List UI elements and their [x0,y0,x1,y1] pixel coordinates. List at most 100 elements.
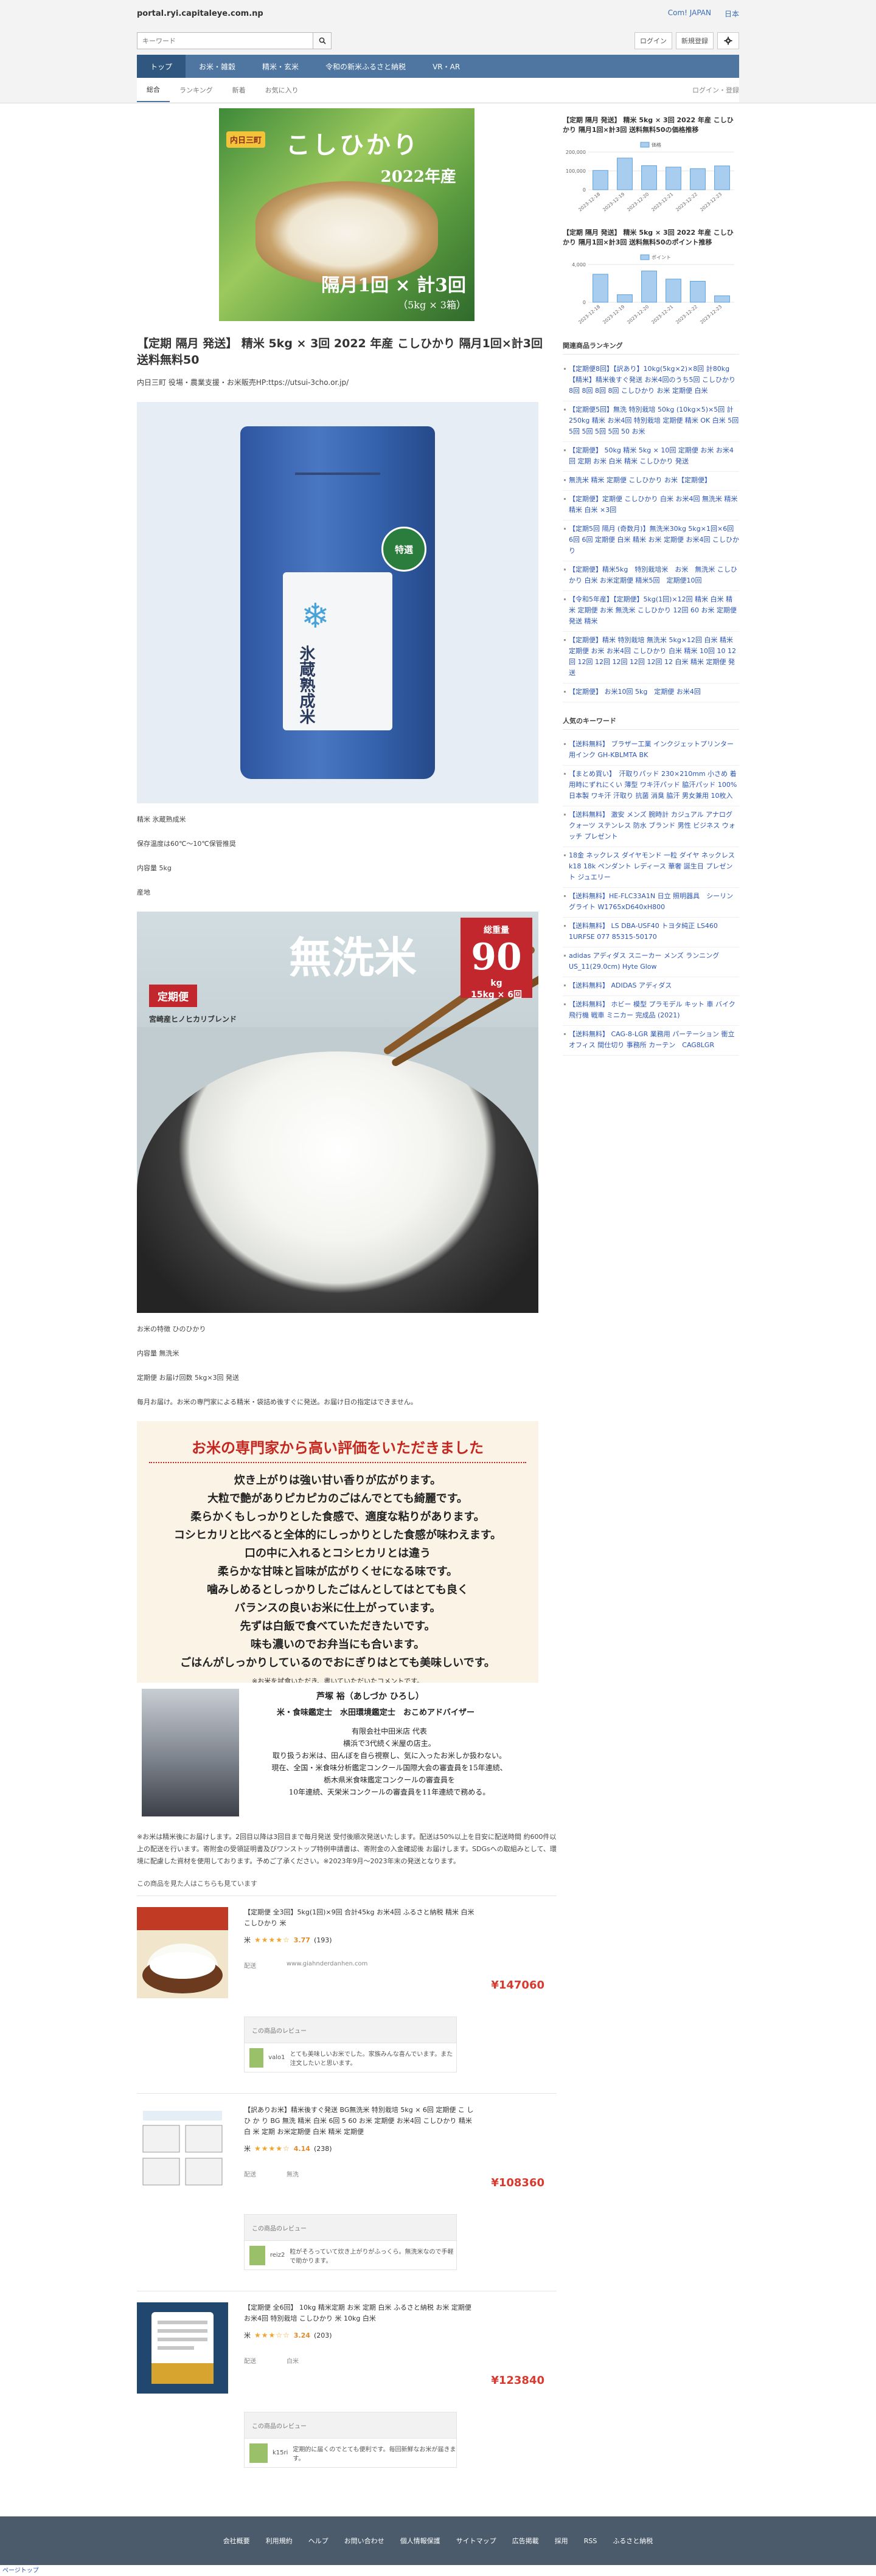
advisor-line: 取り扱うお米は、田んぼを自ら視察し、気に入ったお米しか扱わない。 [272,1751,506,1760]
recommendation-title[interactable]: 【訳ありお米】精米後すぐ発送 BG無洗米 特別栽培 5kg × 6回 定期便 こ… [244,2105,475,2138]
review-text: 定期的に届くのでとても便利です。毎回新鮮なお米が届きます。 [293,2446,456,2462]
popular-item[interactable]: 【まとめ買い】 汗取りパッド 230×210mm 小さめ 着用時にずれにくい 薄… [563,766,743,806]
review-row[interactable]: valo1 とても美味しいお米でした。家族みんな喜んでいます。また注文したいと思… [244,2043,457,2072]
footer-link[interactable]: 広告掲載 [512,2536,539,2546]
recommendation-thumbnail[interactable] [137,2105,228,2196]
popular-item[interactable]: 【送料無料】 激安 メンズ 腕時計 カジュアル アナログ クォーツ ステンレス … [563,806,739,847]
advisor-line: 栃木県米食味鑑定コンクールの審査員を [323,1776,455,1784]
star-rating-icon: ★★★☆☆ [254,2331,290,2339]
popular-item[interactable]: 【送料無料】 ホビー 模型 プラモデル キット 車 バイク 飛行機 戦車 ミニカ… [563,996,739,1026]
recommendation-thumbnail[interactable] [137,1907,228,1998]
recommendation-rating: 米 ★★★★☆ 4.14 (238) [244,2144,557,2153]
nav-item-furusato[interactable]: 令和の新米ふるさと納税 [312,55,419,78]
login-register-link[interactable]: ログイン・登録 [692,85,739,95]
tab-favorites[interactable]: お気に入り [255,78,308,102]
related-item[interactable]: 【定期便】 お米10回 5kg 定期便 お米4回 [563,684,739,702]
chart-bar[interactable] [666,167,681,190]
login-button[interactable]: ログイン [634,32,672,49]
legend-label: 価格 [652,142,661,148]
rice-headline: 無洗米 [289,932,417,983]
footer-link[interactable]: 個人情報保護 [400,2536,440,2546]
related-item[interactable]: 【定期便】定期便 こしひかり 白米 お米4回 無洗米 精米 精米 白米 ×3回 [563,491,739,521]
footer-link[interactable]: ふるさと納税 [613,2536,653,2546]
related-item[interactable]: 【定期便】 50kg 精米 5kg × 10回 定期便 お米 お米4回 定期 お… [563,442,739,472]
review-line: 噛みしめるとしっかりしたごはんとしてはとても良く [207,1584,468,1596]
related-item[interactable]: 【定期便5回】無洗 特別栽培 50kg (10kg×5)×5回 計250kg 精… [563,401,739,442]
related-item[interactable]: 無洗米 精米 定期便 こしひかり お米【定期便】 [563,472,739,491]
related-item[interactable]: 【定期5回 隔月 (奇数月)】無洗米30kg 5kg×1回×6回 6回 6回 定… [563,521,739,561]
chart-bar[interactable] [593,170,608,190]
footer-link[interactable]: 利用規約 [266,2536,293,2546]
review-row[interactable]: k15ri 定期的に届くのでとても便利です。毎回新鮮なお米が届きます。 [244,2439,457,2468]
popular-item[interactable]: adidas アディダス スニーカー メンズ ランニング US_11(29.0c… [563,947,739,977]
x-tick-label: 2023-12-19 [602,191,625,212]
related-item[interactable]: 【定期便8回】【訳あり】10kg(5kg×2)×8回 計80kg【精米】精米後す… [563,361,739,401]
topbar-link-language[interactable]: 日本 [725,9,739,19]
text-line-5: お米の特徴 ひのひかり [137,1325,206,1333]
chart-bar[interactable] [641,165,657,190]
search-button[interactable] [313,33,331,49]
popular-item[interactable]: 【送料無料】 ADIDAS アディダス [563,977,739,996]
recommendation-item[interactable]: 【定期便 全3回】5kg(1回)×9回 合計45kg お米4回 ふるさと納税 精… [137,1896,557,2093]
related-item[interactable]: 【定期便】精米 特別栽培 無洗米 5kg×12回 白米 精米 定期便 お米 お米… [563,632,739,684]
recommendation-review-box: この商品のレビュー k15ri 定期的に届くのでとても便利です。毎回新鮮なお米が… [244,2412,457,2485]
y-tick-label: 0 [583,300,586,305]
rice-total-unit: kg [490,978,502,988]
footer-link[interactable]: ヘルプ [308,2536,328,2546]
search-input[interactable] [137,33,313,49]
rice-total-note: 15kg × 6回 [470,990,523,1000]
nav-item-top[interactable]: トップ [137,55,186,78]
review-row[interactable]: reiz2 粒がそろっていて炊き上がりがふっくら。無洗米なので手軽で助かります。 [244,2241,457,2270]
topbar-link-japan[interactable]: Com! JAPAN [668,9,711,19]
chart-bar[interactable] [714,165,730,190]
expert-review-image: お米の専門家から高い評価をいただきました 炊き上がりは強い甘い香りが広がります。… [137,1421,538,1685]
tab-new[interactable]: 新着 [223,78,255,102]
chart-bar[interactable] [690,280,706,303]
site-logo[interactable]: portal.ryi.capitaleye.com.np [137,9,263,18]
footer-link[interactable]: RSS [584,2537,597,2545]
popular-item[interactable]: 【送料無料】HE-FLC33A1N 日立 照明器具 シーリングライト W1765… [563,888,739,918]
popular-item[interactable]: 【送料無料】 CAG-8-LGR 業務用 パーテーション 衝立 オフィス 間仕切… [563,1026,739,1056]
legend-swatch [640,254,650,260]
recommendation-title[interactable]: 【定期便 全6回】 10kg 精米定期 お米 定期 白米 ふるさと納税 お米 定… [244,2302,475,2324]
review-line: 味も濃いのでお弁当にも合います。 [250,1638,425,1651]
bag-label: ❄ 氷蔵熟成米 [283,572,392,730]
footer-link[interactable]: お問い合わせ [344,2536,384,2546]
popular-item[interactable]: 18金 ネックレス ダイヤモンド 一粒 ダイヤ ネックレス k18 18k ペン… [563,847,739,888]
chart-bar[interactable] [666,279,681,303]
footer-link[interactable]: 採用 [555,2536,568,2546]
chart-bar[interactable] [593,274,608,303]
recommendation-item[interactable]: 【訳ありお米】精米後すぐ発送 BG無洗米 特別栽培 5kg × 6回 定期便 こ… [137,2093,557,2291]
text-line-4: 産地 [137,888,150,896]
chart-bar[interactable] [617,294,633,303]
nav-item-vr[interactable]: VR・AR [419,55,473,78]
search-icon [319,37,326,44]
popular-item[interactable]: 【送料無料】 LS DBA-USF40 トヨタ純正 LS460 1URFSE 0… [563,918,739,947]
register-button[interactable]: 新規登録 [676,32,714,49]
rating-score: 3.24 [293,2331,310,2339]
topbar: portal.ryi.capitaleye.com.np Com! JAPAN … [137,0,739,27]
chart-bar[interactable] [641,271,657,303]
related-ranking-list: 【定期便8回】【訳あり】10kg(5kg×2)×8回 計80kg【精米】精米後す… [563,361,739,702]
text-line-6: 内容量 無洗米 [137,1349,179,1357]
page-top-link[interactable]: ページトップ [0,2565,876,2576]
tab-ranking[interactable]: ランキング [170,78,223,102]
recommendation-thumbnail[interactable] [137,2302,228,2394]
tab-overall[interactable]: 総合 [137,78,170,102]
footer-link[interactable]: 会社概要 [223,2536,250,2546]
chart-bar[interactable] [617,158,633,190]
recommendation-title[interactable]: 【定期便 全3回】5kg(1回)×9回 合計45kg お米4回 ふるさと納税 精… [244,1907,475,1929]
nav-item-polished[interactable]: 精米・玄米 [249,55,312,78]
related-item[interactable]: 【令和5年産】【定期便】5kg(1回)×12回 精米 白米 精米 定期便 お米 … [563,591,739,632]
chart-bar[interactable] [690,168,706,190]
nav-item-rice[interactable]: お米・雑穀 [186,55,249,78]
related-item[interactable]: 【定期便】精米5kg 特別栽培米 お米 無洗米 こしひかり 白米 お米定期便 精… [563,561,739,591]
chart-bar[interactable] [714,295,730,303]
settings-button[interactable] [717,32,739,49]
recommendation-body: 【定期便 全6回】 10kg 精米定期 お米 定期 白米 ふるさと納税 お米 定… [244,2302,557,2488]
recommendation-item[interactable]: 【定期便 全6回】 10kg 精米定期 お米 定期 白米 ふるさと納税 お米 定… [137,2291,557,2488]
main-column: 内日三町 こしひかり 2022年産 隔月1回 × 計3回 （5kg × 3箱） … [137,103,557,2513]
popular-item[interactable]: 【送料無料】 ブラザー工業 インクジェットプリンター用インク GH-KBLMTA… [563,736,739,766]
footer-link[interactable]: サイトマップ [456,2536,496,2546]
y-tick-label: 100,000 [566,168,586,174]
